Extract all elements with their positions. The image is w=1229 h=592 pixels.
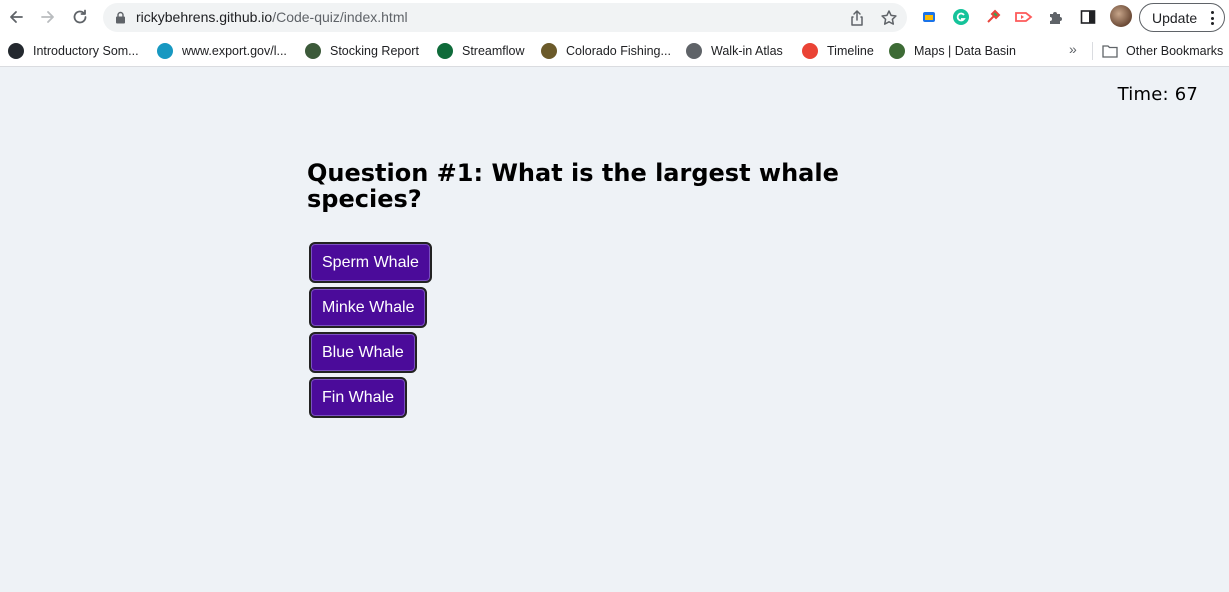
url-text: rickybehrens.github.io/Code-quiz/index.h… [136, 9, 408, 25]
answer-list: Sperm Whale Minke Whale Blue Whale Fin W… [309, 242, 432, 422]
other-bookmarks-folder[interactable]: Other Bookmarks [1102, 41, 1223, 61]
bookmark-item[interactable]: Introductory Som... [8, 41, 139, 61]
answer-button-sperm-whale[interactable]: Sperm Whale [309, 242, 432, 283]
more-bookmarks-button[interactable]: » [1069, 41, 1077, 57]
bookmark-label: Maps | Data Basin [914, 44, 1016, 58]
bookmark-label: Timeline [827, 44, 874, 58]
share-icon[interactable] [848, 9, 866, 27]
bookmark-item[interactable]: Stocking Report [305, 41, 419, 61]
bookmark-label: Stocking Report [330, 44, 419, 58]
folder-icon [1102, 45, 1118, 58]
profile-avatar[interactable] [1110, 5, 1132, 27]
answer-button-blue-whale[interactable]: Blue Whale [309, 332, 417, 373]
url-domain: rickybehrens.github.io [136, 9, 273, 25]
bookmark-item[interactable]: www.export.gov/l... [157, 41, 287, 61]
globe-icon [686, 43, 702, 59]
bookmark-item[interactable]: Maps | Data Basin [889, 41, 1016, 61]
record-extension-icon[interactable] [1014, 7, 1034, 27]
arrow-left-icon [10, 11, 23, 23]
bookmark-label: Walk-in Atlas [711, 44, 783, 58]
maps-pin-icon [802, 43, 818, 59]
seal-icon [305, 43, 321, 59]
answer-button-minke-whale[interactable]: Minke Whale [309, 287, 428, 328]
side-panel-icon[interactable] [1078, 7, 1098, 27]
bookmark-item[interactable]: Streamflow [437, 41, 525, 61]
bookmark-label: Introductory Som... [33, 44, 139, 58]
bookmarks-divider [1092, 42, 1093, 60]
kebab-menu-icon [1211, 11, 1215, 25]
answer-button-fin-whale[interactable]: Fin Whale [309, 377, 408, 418]
puzzle-extensions-icon[interactable] [1046, 7, 1066, 27]
bookmark-item[interactable]: Timeline [802, 41, 874, 61]
lock-icon [116, 11, 125, 24]
reload-icon [73, 9, 87, 24]
streamflow-icon [437, 43, 453, 59]
leaf-icon [889, 43, 905, 59]
bookmark-label: www.export.gov/l... [182, 44, 287, 58]
quiz-timer: Time: 67 [1117, 84, 1198, 105]
extension-tab-icon[interactable] [919, 7, 939, 27]
bookmark-label: Streamflow [462, 44, 525, 58]
cpw-icon [541, 43, 557, 59]
star-icon[interactable] [880, 9, 898, 27]
address-bar[interactable]: rickybehrens.github.io/Code-quiz/index.h… [103, 3, 907, 32]
back-button[interactable] [5, 6, 27, 28]
bookmark-item[interactable]: Walk-in Atlas [686, 41, 783, 61]
color-picker-extension-icon[interactable] [983, 7, 1003, 27]
github-icon [8, 43, 24, 59]
salesforce-cloud-icon [157, 43, 173, 59]
browser-toolbar: rickybehrens.github.io/Code-quiz/index.h… [0, 0, 1229, 35]
update-label: Update [1152, 9, 1198, 26]
update-button[interactable]: Update [1139, 3, 1225, 32]
bookmark-label: Colorado Fishing... [566, 44, 671, 58]
url-path: /Code-quiz/index.html [272, 9, 408, 25]
reload-button[interactable] [69, 6, 91, 28]
other-bookmarks-label: Other Bookmarks [1126, 44, 1224, 58]
bookmark-item[interactable]: Colorado Fishing... [541, 41, 671, 61]
question-text: Question #1: What is the largest whale s… [307, 159, 839, 213]
grammarly-icon[interactable] [951, 7, 971, 27]
arrow-right-icon [41, 11, 54, 23]
forward-button[interactable] [37, 6, 59, 28]
